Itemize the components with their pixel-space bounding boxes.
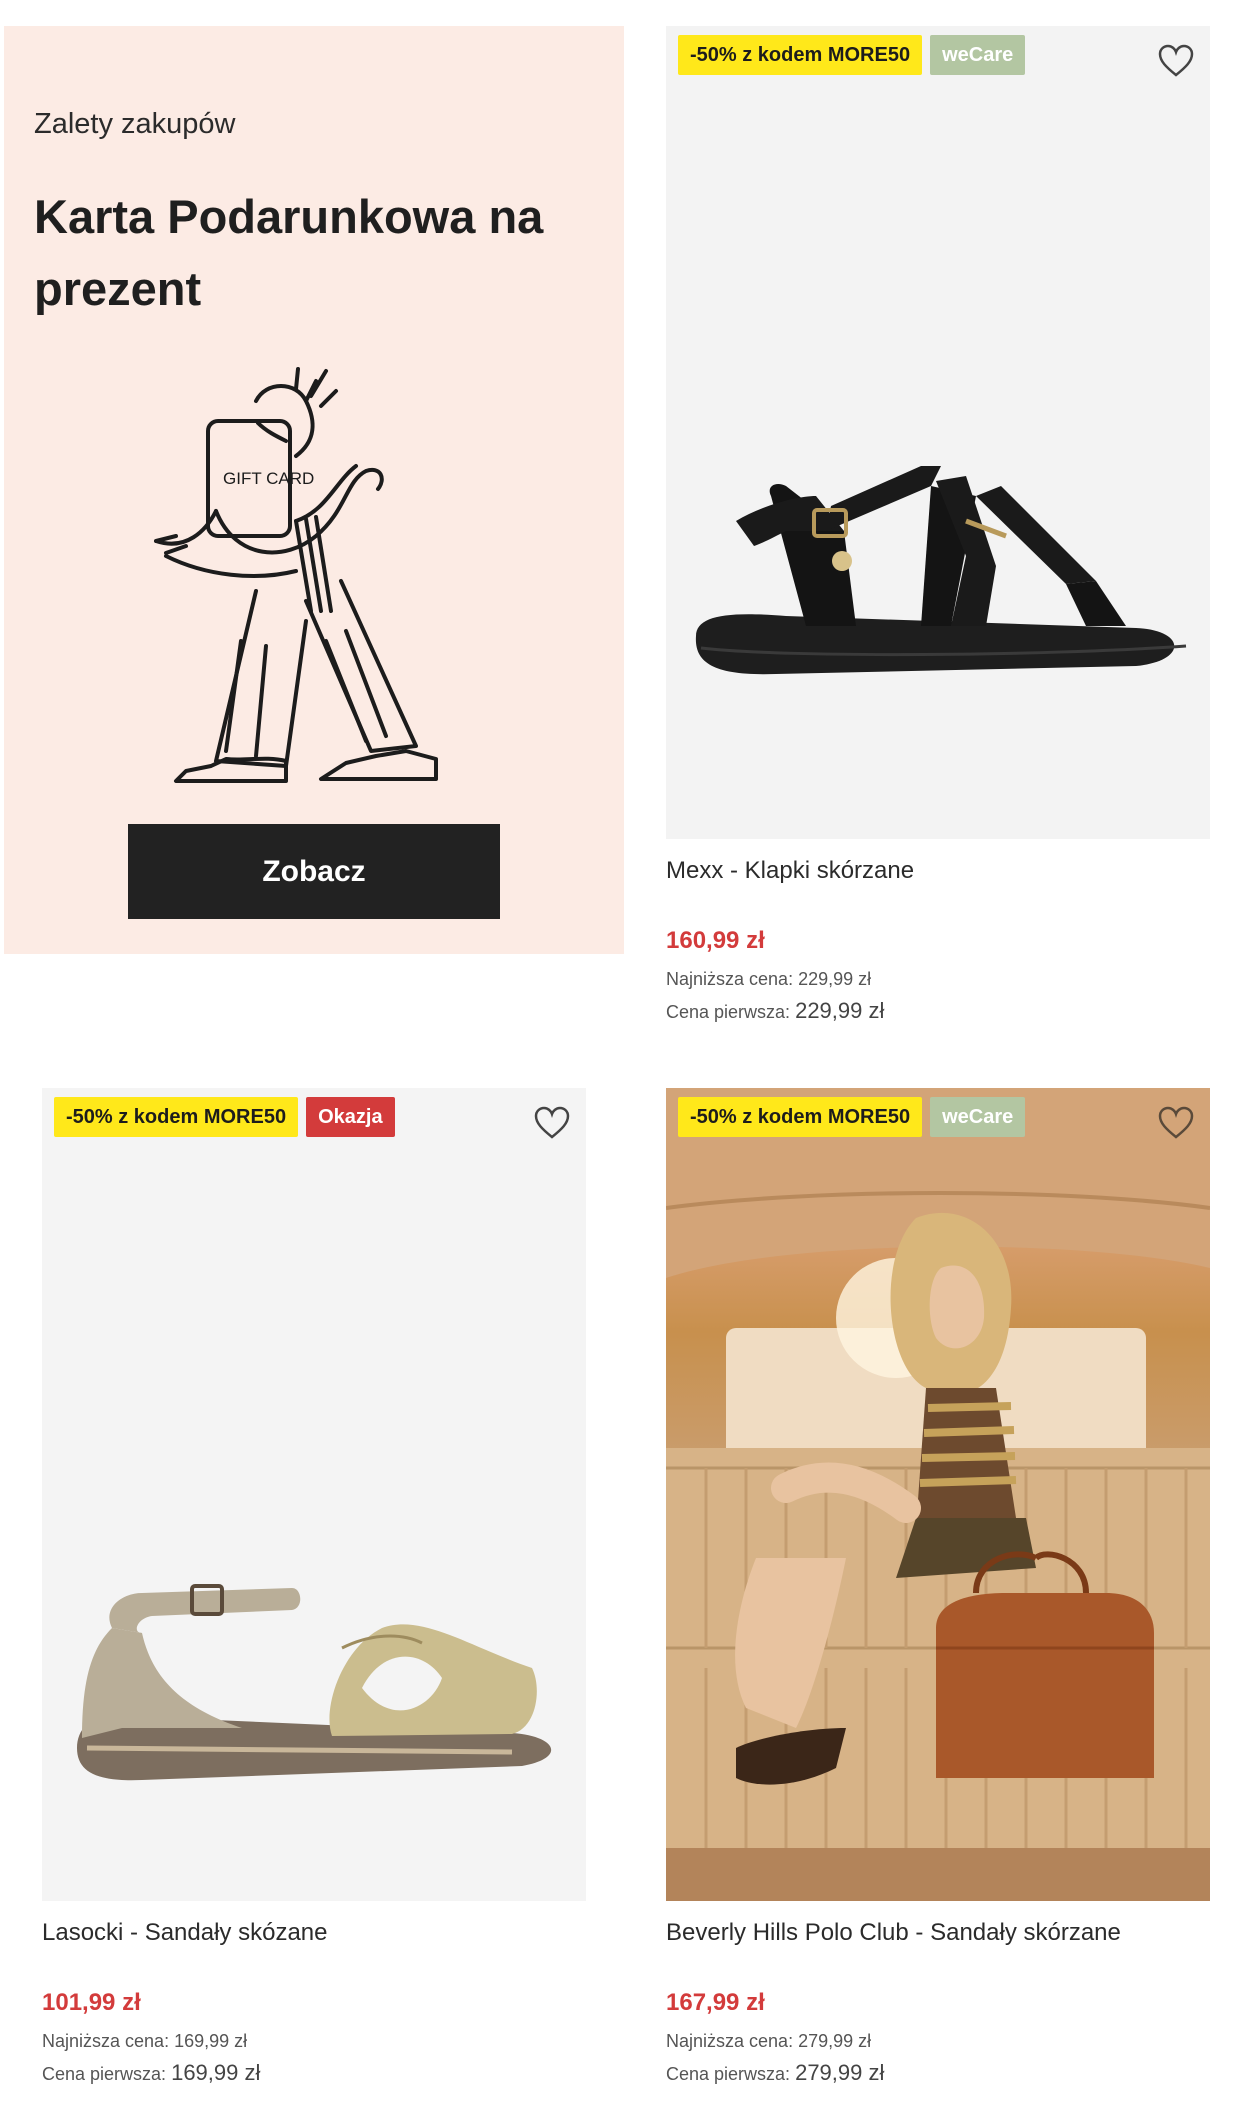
promo-kicker: Zalety zakupów [34,108,236,140]
discount-badge: -50% z kodem MORE50 [54,1097,299,1137]
product-image[interactable]: -50% z kodem MORE50 weCare [666,26,1210,839]
okazja-badge: Okazja [306,1097,395,1137]
product-badges: -50% z kodem MORE50 weCare [678,35,1026,75]
wecare-badge: weCare [930,35,1026,75]
lowest-price-row: Najniższa cena: 229,99 zł [666,969,1210,990]
product-image[interactable]: -50% z kodem MORE50 Okazja [42,1088,586,1901]
lowest-price-value: 229,99 zł [798,969,872,989]
lowest-price-value: 279,99 zł [798,2031,872,2051]
lowest-price-row: Najniższa cena: 279,99 zł [666,2031,1210,2052]
model-in-car-photo [666,1088,1210,1901]
first-price-value: 169,99 zł [171,2060,261,2085]
discount-badge: -50% z kodem MORE50 [678,35,923,75]
first-price-value: 229,99 zł [795,998,885,1023]
lowest-price-label: Najniższa cena: [666,2031,794,2051]
wishlist-heart-icon[interactable] [1156,41,1196,81]
first-price-row: Cena pierwsza: 169,99 zł [42,2060,586,2086]
product-badges: -50% z kodem MORE50 weCare [678,1097,1026,1137]
product-image[interactable]: -50% z kodem MORE50 weCare [666,1088,1210,1901]
first-price-row: Cena pierwsza: 279,99 zł [666,2060,1210,2086]
product-price: 167,99 zł [666,1989,765,2016]
first-price-row: Cena pierwsza: 229,99 zł [666,998,1210,1024]
discount-badge: -50% z kodem MORE50 [678,1097,923,1137]
wishlist-heart-icon[interactable] [532,1103,572,1143]
gift-card-text: GIFT CARD [223,469,314,488]
product-price: 101,99 zł [42,1989,141,2016]
first-price-label: Cena pierwsza: [666,2064,791,2084]
gift-card-illustration: GIFT CARD [154,367,438,783]
lowest-price-label: Najniższa cena: [42,2031,170,2051]
gift-card-promo-tile[interactable]: Zalety zakupów Karta Podarunkowa na prez… [4,26,624,954]
first-price-value: 279,99 zł [795,2060,885,2085]
wishlist-heart-icon[interactable] [1156,1103,1196,1143]
wecare-badge: weCare [930,1097,1026,1137]
first-price-label: Cena pierwsza: [42,2064,167,2084]
beige-gold-sandal-image [42,1088,586,1901]
black-leather-sandal-image [666,26,1210,839]
product-card[interactable]: -50% z kodem MORE50 Okazja Lasocki - San… [42,1088,586,2086]
see-gift-card-button[interactable]: Zobacz [128,824,500,919]
product-name[interactable]: Mexx - Klapki skórzane [666,857,1210,893]
lowest-price-label: Najniższa cena: [666,969,794,989]
product-badges: -50% z kodem MORE50 Okazja [54,1097,395,1137]
product-name[interactable]: Beverly Hills Polo Club - Sandały skórza… [666,1919,1210,1955]
product-name[interactable]: Lasocki - Sandały skózane [42,1919,586,1955]
lowest-price-value: 169,99 zł [174,2031,248,2051]
promo-title: Karta Podarunkowa na prezent [34,190,544,315]
product-card[interactable]: -50% z kodem MORE50 weCare Beverly Hills… [666,1088,1210,2086]
product-card[interactable]: -50% z kodem MORE50 weCare Mexx - Klapki… [666,26,1210,1024]
product-price: 160,99 zł [666,927,765,954]
first-price-label: Cena pierwsza: [666,1002,791,1022]
lowest-price-row: Najniższa cena: 169,99 zł [42,2031,586,2052]
